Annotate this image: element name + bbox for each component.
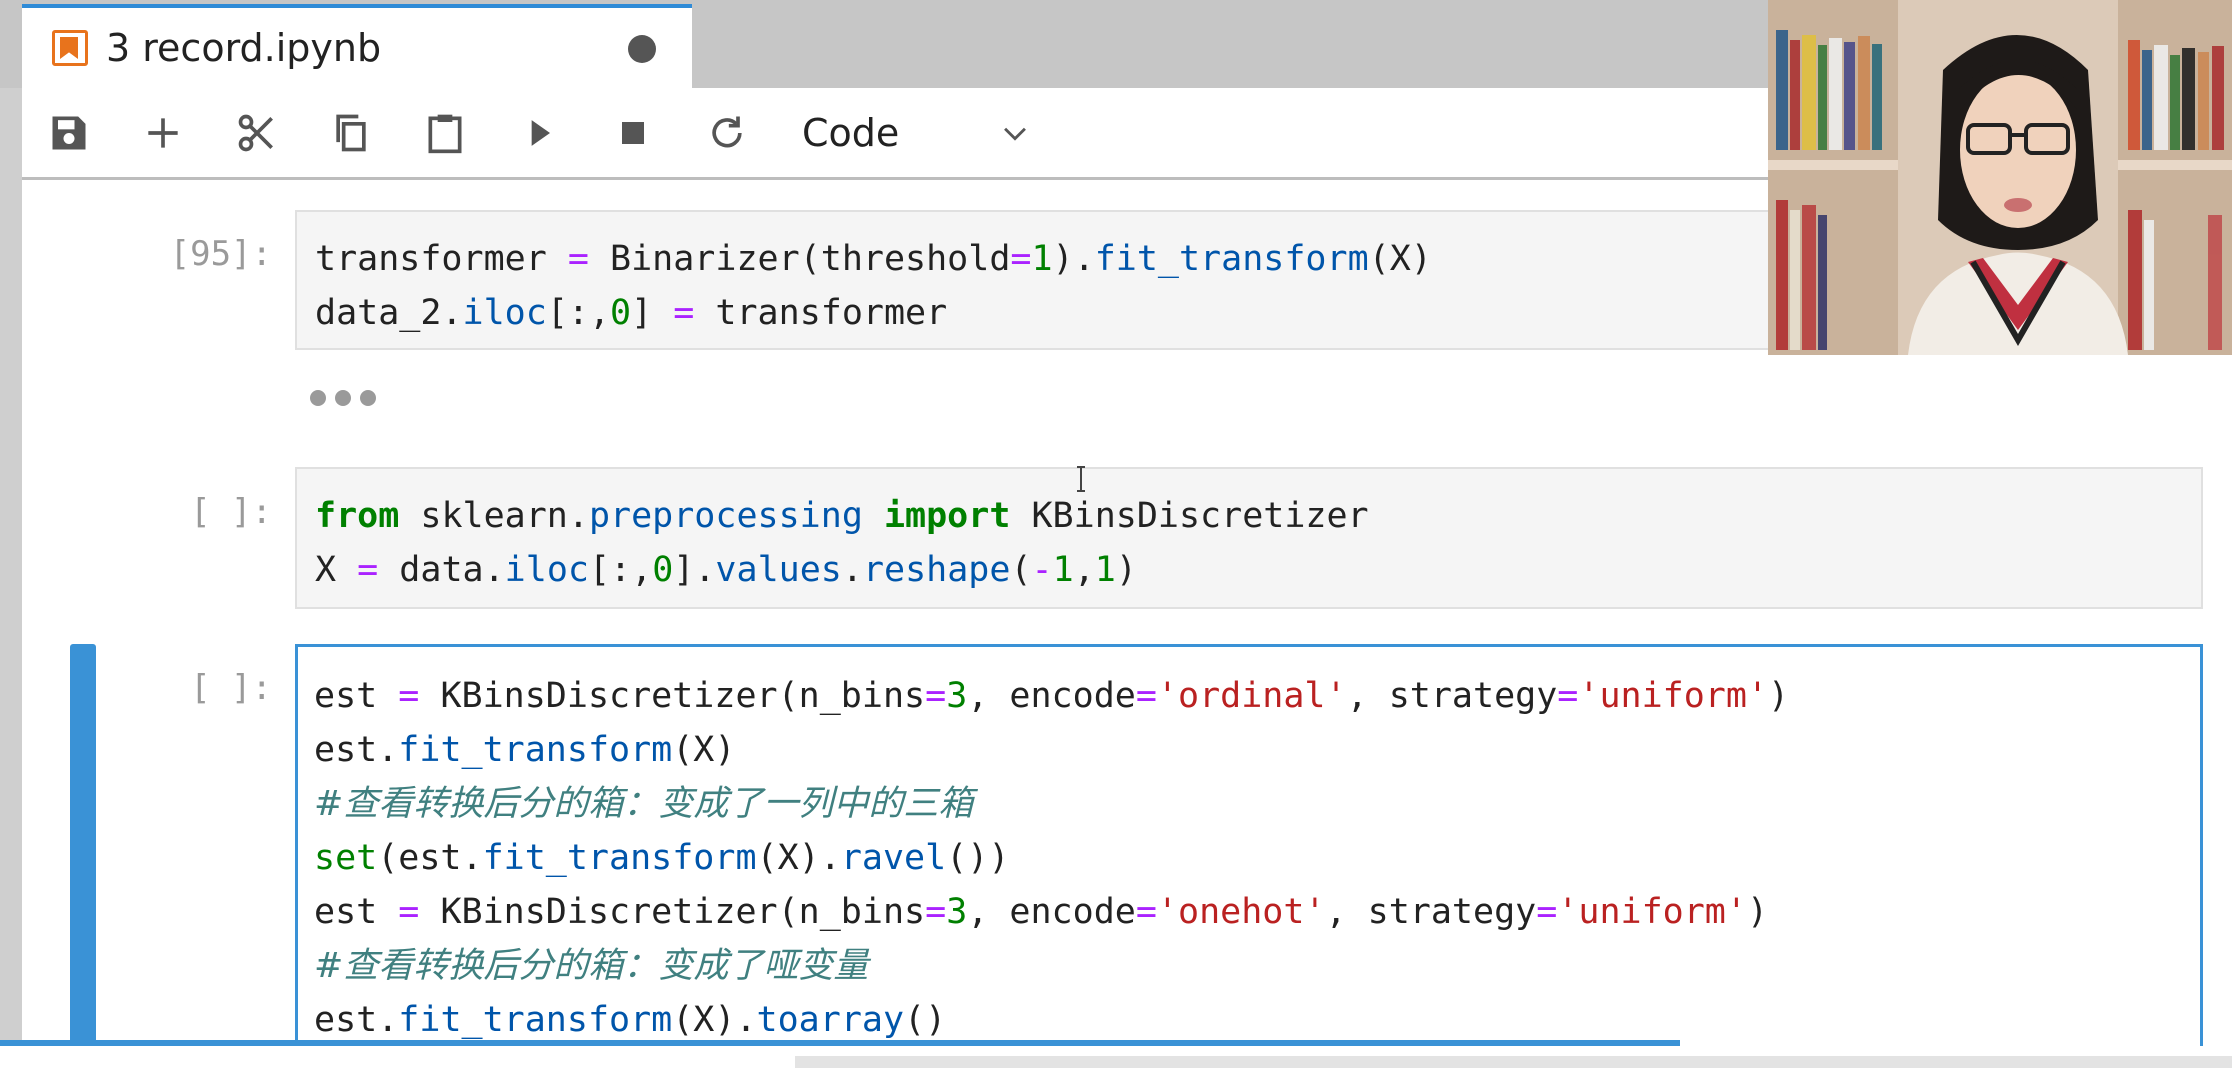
comment-line: #查看转换后分的箱：变成了哑变量 xyxy=(314,946,869,986)
stop-button[interactable] xyxy=(586,87,680,179)
notebook-toolbar: Code xyxy=(22,88,1772,180)
restart-icon xyxy=(712,116,742,147)
active-code-cell[interactable]: est = KBinsDiscretizer(n_bins=3, encode=… xyxy=(295,644,2203,1068)
stop-icon xyxy=(622,121,644,144)
cell-type-label: Code xyxy=(802,110,900,155)
add-cell-button[interactable] xyxy=(116,87,210,179)
restart-button[interactable] xyxy=(680,87,774,179)
run-icon xyxy=(531,119,550,146)
tab-title: 3 record.ipynb xyxy=(106,26,382,70)
cell-prompt: [ ]: xyxy=(190,668,272,708)
cell-type-dropdown[interactable]: Code xyxy=(802,111,1032,155)
code-line: est.fit_transform(X).toarray() xyxy=(314,1000,947,1040)
webcam-overlay xyxy=(1768,0,2232,355)
copy-button[interactable] xyxy=(304,87,398,179)
code-line: est = KBinsDiscretizer(n_bins=3, encode=… xyxy=(314,676,1790,716)
code-line: X = data.iloc[:,0].values.reshape(-1,1) xyxy=(315,550,1137,590)
code-line: set(est.fit_transform(X).ravel()) xyxy=(314,838,1010,878)
left-edge xyxy=(0,0,22,1068)
text-cursor-icon xyxy=(1077,466,1085,492)
notebook-icon xyxy=(52,30,88,66)
copy-icon xyxy=(336,114,366,151)
paste-icon xyxy=(428,114,462,153)
progress-line xyxy=(0,1040,1680,1046)
chevron-down-icon xyxy=(1004,127,1026,141)
save-icon xyxy=(52,116,86,149)
save-button[interactable] xyxy=(22,87,116,179)
run-button[interactable] xyxy=(492,87,586,179)
cut-button[interactable] xyxy=(210,87,304,179)
comment-line: #查看转换后分的箱：变成了一列中的三箱 xyxy=(314,784,974,824)
cell-prompt: [ ]: xyxy=(190,492,272,532)
paste-button[interactable] xyxy=(398,87,492,179)
add-icon xyxy=(148,117,178,148)
code-line: from sklearn.preprocessing import KBinsD… xyxy=(315,496,1369,536)
code-line: est = KBinsDiscretizer(n_bins=3, encode=… xyxy=(314,892,1769,932)
code-cell[interactable]: from sklearn.preprocessing import KBinsD… xyxy=(295,467,2203,609)
code-line: est.fit_transform(X) xyxy=(314,730,736,770)
cut-icon xyxy=(238,114,273,151)
unsaved-indicator-icon[interactable] xyxy=(628,35,656,63)
presenter-video xyxy=(1768,0,2232,355)
cell-prompt: [95]: xyxy=(169,234,272,274)
scrollbar-track[interactable] xyxy=(795,1056,2232,1068)
notebook-tab[interactable]: 3 record.ipynb xyxy=(22,4,692,88)
collapsed-output-icon[interactable] xyxy=(310,390,376,406)
